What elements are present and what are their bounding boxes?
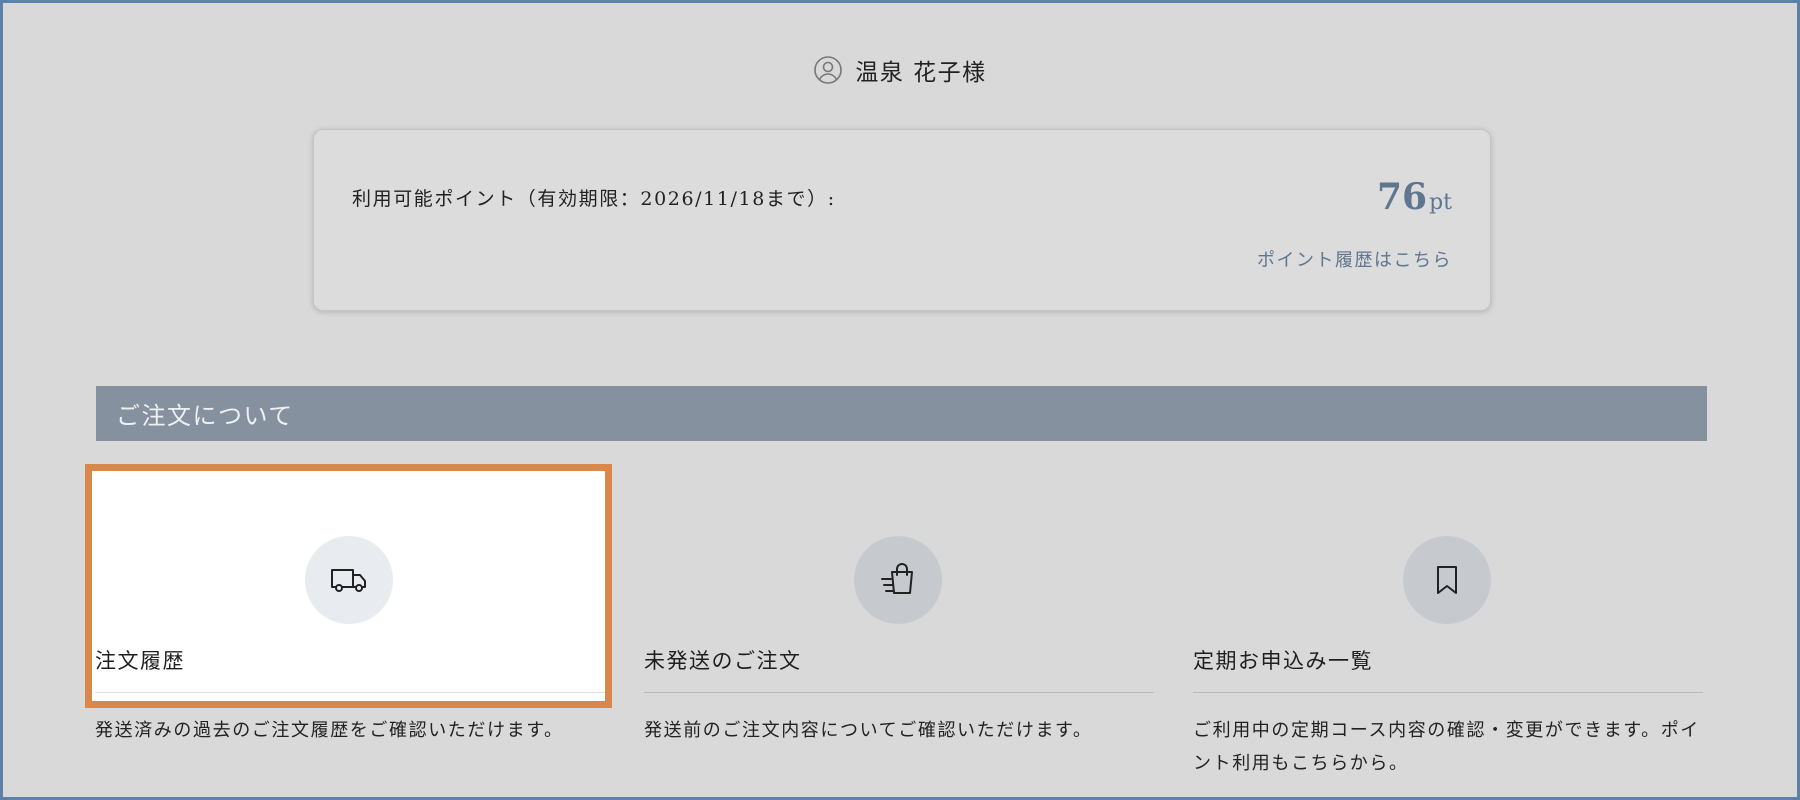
card-divider [644, 692, 1154, 693]
points-number: 76 [1376, 176, 1428, 218]
page: 温泉 花子様 利用可能ポイント（有効期限：2026/11/18まで）: 76pt… [3, 3, 1797, 797]
unshipped-orders-card[interactable]: 未発送のご注文 [641, 471, 1154, 701]
order-history-title: 注文履歴 [95, 649, 185, 673]
point-history-link[interactable]: ポイント履歴はこちら [1257, 246, 1452, 272]
user-name: 温泉 花子様 [855, 60, 987, 86]
section-title: ご注文について [116, 402, 294, 430]
subscriptions-title: 定期お申込み一覧 [1193, 649, 1373, 673]
truck-icon [304, 536, 393, 624]
bookmark-icon [1402, 536, 1491, 624]
points-label: 利用可能ポイント（有効期限：2026/11/18まで）: [352, 188, 836, 210]
user-circle-icon [813, 55, 843, 85]
card-divider [1193, 692, 1703, 693]
subscriptions-description: ご利用中の定期コース内容の確認・変更ができます。ポイント利用もこちらから。 [1193, 720, 1700, 774]
shopping-bag-icon [853, 536, 942, 624]
unshipped-orders-description: 発送前のご注文内容についてご確認いただけます。 [644, 720, 1093, 741]
points-unit: pt [1429, 190, 1452, 215]
order-history-card[interactable]: 注文履歴 [85, 464, 612, 708]
user-header: 温泉 花子様 [3, 53, 1797, 87]
section-header: ご注文について [96, 386, 1707, 441]
subscriptions-card[interactable]: 定期お申込み一覧 [1190, 471, 1703, 701]
order-history-description: 発送済みの過去のご注文履歴をご確認いただけます。 [95, 720, 564, 741]
unshipped-orders-title: 未発送のご注文 [644, 649, 802, 673]
card-divider [95, 692, 605, 693]
points-value: 76pt [1377, 176, 1452, 218]
points-card: 利用可能ポイント（有効期限：2026/11/18まで）: 76pt ポイント履歴… [313, 129, 1491, 311]
